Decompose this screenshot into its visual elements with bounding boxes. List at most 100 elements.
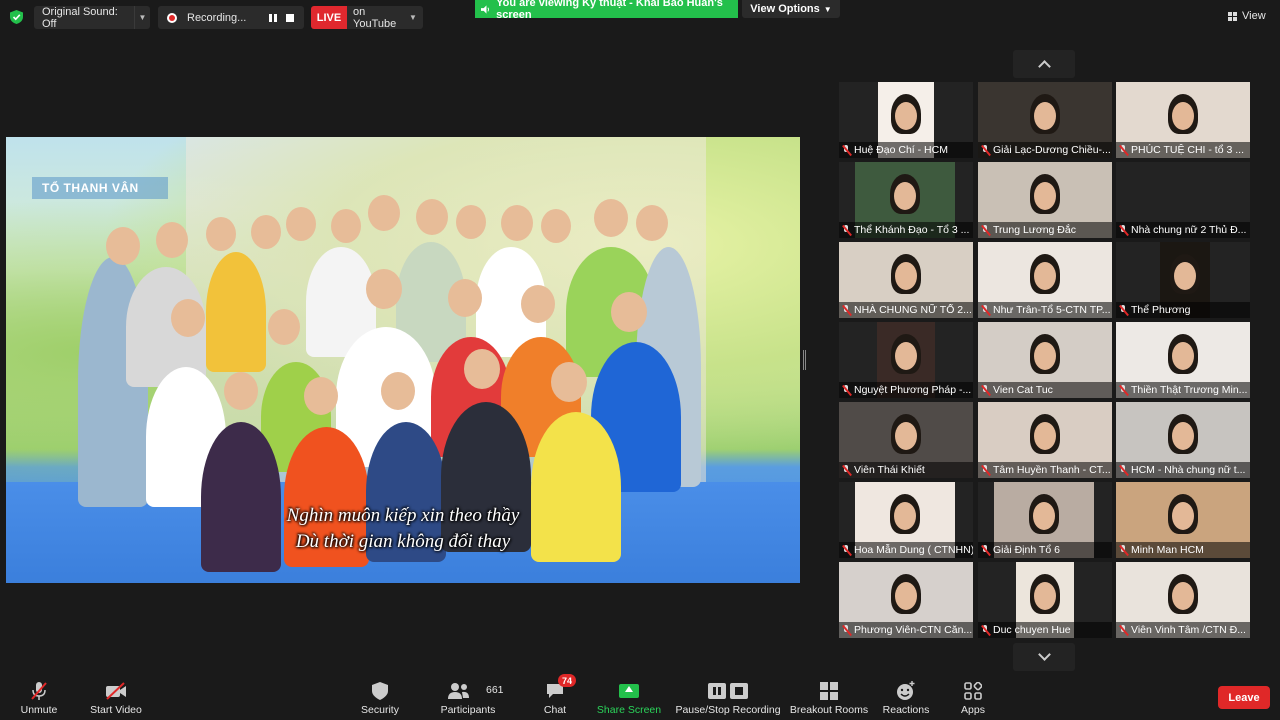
participant-tile[interactable]: Phương Viên-CTN Căn... [839,562,973,638]
view-options-label: View Options [750,3,820,15]
chevron-down-icon: ▼ [823,4,832,14]
choir-member-head [206,217,236,251]
participant-tile[interactable]: Huệ Đạo Chí - HCM [839,82,973,158]
mic-muted-icon [981,144,990,156]
participant-tile[interactable]: Tâm Huyền Thanh - CT... [978,402,1112,478]
participant-name-bar: Giải Lạc-Dương Chiều-... [978,142,1112,158]
choir-member-head [416,199,448,235]
participant-name: Vien Cat Tuc [993,384,1053,396]
pause-stop-recording-button[interactable]: Pause/Stop Recording [675,672,781,720]
shared-screen-video[interactable]: TỔ THANH VÂN Nghìn muôn kiếp xin theo th… [6,137,800,583]
participant-name-bar: Duc chuyen Hue [978,622,1112,638]
participant-face [895,422,917,450]
gallery-prev-page-button[interactable] [1013,50,1075,78]
participant-tile[interactable]: Vien Cat Tuc [978,322,1112,398]
choir-member-head [611,292,647,332]
participant-tile[interactable]: Giải Định Tổ 6 [978,482,1112,558]
participant-name: NHÀ CHUNG NỮ TỔ 2... [854,304,972,316]
pause-stop-icon [703,680,753,702]
participant-tile[interactable]: Thể Phương [1116,242,1250,318]
chat-icon: 74 [535,674,576,702]
participant-tile[interactable]: Hoa Mẫn Dung ( CTNHN) [839,482,973,558]
live-badge: LIVE [311,6,347,29]
chevron-down-icon [1037,648,1051,661]
participant-tile[interactable]: Nguyệt Phương Pháp -... [839,322,973,398]
mic-muted-icon [1119,624,1128,636]
mic-muted-icon [1119,304,1128,316]
participant-tile[interactable]: Viên Vinh Tâm /CTN Đ... [1116,562,1250,638]
mic-muted-icon [981,624,990,636]
participant-tile[interactable]: PHÚC TUỆ CHI - tổ 3 ... [1116,82,1250,158]
record-icon [167,12,177,23]
choir-member-head [636,205,668,241]
share-screen-label: Share Screen [596,704,662,716]
pause-stop-recording-label: Pause/Stop Recording [675,704,781,716]
choir-member-head [171,299,205,337]
stop-icon[interactable] [286,13,294,22]
chat-label: Chat [543,704,567,716]
participant-name-bar: Giải Định Tổ 6 [978,542,1112,558]
view-layout-button[interactable]: View [1228,7,1276,25]
reactions-button[interactable]: Reactions [882,672,930,720]
recording-indicator: Recording... [158,6,304,29]
participant-name: PHÚC TUỆ CHI - tổ 3 ... [1131,144,1244,156]
mic-muted-icon [981,304,990,316]
apps-button[interactable]: Apps [956,672,990,720]
grid-view-icon [1228,11,1237,21]
choir-member-head [541,209,571,243]
participant-name: Viên Vinh Tâm /CTN Đ... [1131,624,1246,636]
participant-tile[interactable]: Viên Thái Khiết [839,402,973,478]
viewing-screen-text: You are viewing Kỹ thuật - Khải Báo Huấn… [496,0,723,21]
shield-icon[interactable] [10,10,23,24]
chevron-down-icon[interactable]: ▼ [134,6,150,29]
participant-tile[interactable]: NHÀ CHUNG NỮ TỔ 2... [839,242,973,318]
gallery-next-page-button[interactable] [1013,643,1075,671]
start-video-button[interactable]: Start Video [88,672,144,720]
lyrics-line-2: Dù thời gian không đổi thay [295,531,511,552]
meeting-toolbar: Unmute Start Video Security 661 Particip… [0,672,1280,720]
mic-muted-icon [842,384,851,396]
participant-tile[interactable]: Nhà chung nữ 2 Thủ Đ... [1116,162,1250,238]
security-button[interactable]: Security [358,672,402,720]
participant-face [895,102,917,130]
choir-member-head [224,372,258,410]
choir-member-head [381,372,415,410]
participant-name: Trung Lương Đắc [993,224,1076,236]
share-screen-icon [609,680,649,702]
participant-name: Tâm Huyền Thanh - CT... [993,464,1111,476]
pause-icon[interactable] [266,13,280,22]
participant-tile[interactable]: HCM - Nhà chung nữ t... [1116,402,1250,478]
unmute-button[interactable]: Unmute [14,672,64,720]
original-sound-button[interactable]: Original Sound: Off ▼ [34,5,150,30]
participant-tile[interactable]: Duc chuyen Hue [978,562,1112,638]
video-off-icon [96,680,136,702]
participant-tile[interactable]: Như Trân-Tổ 5-CTN TP... [978,242,1112,318]
participant-name: Huệ Đạo Chí - HCM [854,144,948,156]
participant-face [894,182,916,210]
participant-tile[interactable]: Minh Man HCM [1116,482,1250,558]
participant-tile[interactable]: Thể Khánh Đạo - Tổ 3 ... [839,162,973,238]
choir-member-head [456,205,486,239]
panel-resize-handle[interactable] [803,350,806,370]
choir-member-head [551,362,587,402]
participant-face [1034,422,1056,450]
participant-tile[interactable]: Thiền Thật Trương Min... [1116,322,1250,398]
start-video-label: Start Video [90,704,142,716]
leave-button[interactable]: Leave [1218,686,1270,709]
breakout-rooms-icon [809,680,849,702]
chat-button[interactable]: 74 Chat [535,672,576,720]
participant-name-bar: Viên Thái Khiết [839,462,973,478]
view-options-button[interactable]: View Options ▼ [742,0,840,18]
chat-unread-badge: 74 [558,674,576,687]
participant-name-bar: Trung Lương Đắc [978,222,1112,238]
participant-tile[interactable]: Trung Lương Đắc [978,162,1112,238]
participants-button[interactable]: 661 Participants [438,672,504,720]
original-sound-label: Original Sound: Off [42,5,118,30]
mic-muted-icon [842,144,851,156]
breakout-rooms-button[interactable]: Breakout Rooms [790,672,868,720]
share-screen-button[interactable]: Share Screen [596,672,662,720]
live-on-youtube-button[interactable]: on YouTube ▼ [347,5,423,30]
youtube-label: on YouTube [353,5,397,30]
participant-tile[interactable]: Giải Lạc-Dương Chiều-... [978,82,1112,158]
mic-muted-icon [1119,544,1128,556]
